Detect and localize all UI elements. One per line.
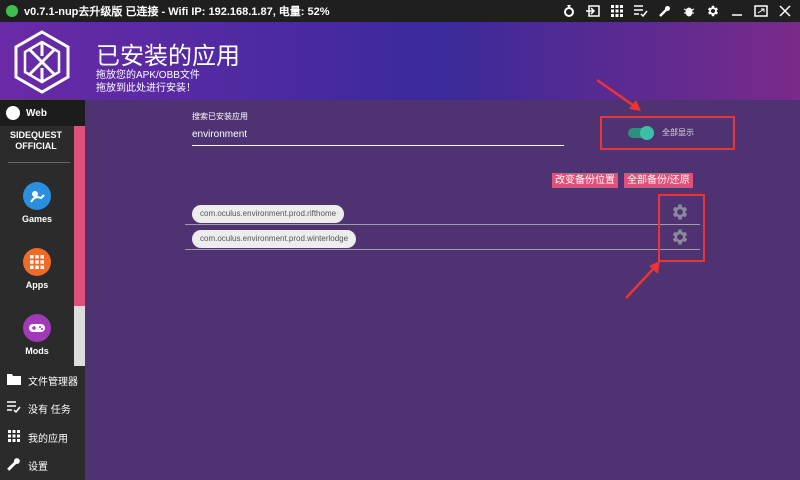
- list-item: com.oculus.environment.prod.rifthome: [185, 201, 700, 225]
- sidebar-item-label: 没有 任务: [28, 404, 71, 416]
- gear-highlight: [658, 194, 705, 262]
- app-package-name[interactable]: com.oculus.environment.prod.rifthome: [192, 205, 345, 223]
- grid-icon: [6, 429, 22, 445]
- page-header: 已安装的应用 拖放您的APK/OBB文件 拖放到此处进行安装！: [0, 22, 800, 100]
- gamepad-icon: [23, 314, 51, 342]
- close-icon[interactable]: [776, 2, 794, 20]
- sidebar-item-label: Games: [21, 214, 53, 224]
- sidebar-item-apps[interactable]: Apps: [0, 248, 74, 290]
- sidebar-item-mods[interactable]: Mods: [0, 314, 74, 356]
- sidebar-item-label: Web: [26, 107, 47, 119]
- sidebar-item-label: Apps: [25, 280, 49, 290]
- sidequest-official-label: SIDEQUEST OFFICIAL: [0, 130, 72, 152]
- search-input[interactable]: [192, 124, 564, 146]
- minimize-icon[interactable]: [728, 2, 746, 20]
- show-all-highlight: 全部显示: [600, 116, 735, 150]
- show-all-label: 全部显示: [662, 128, 694, 137]
- apps-grid-icon: [23, 248, 51, 276]
- list-item: com.oculus.environment.prod.winterlodge: [185, 226, 700, 250]
- annotation-arrow-icon: [596, 78, 641, 111]
- sidequest-line1: SIDEQUEST: [9, 130, 62, 140]
- sidebar-item-games[interactable]: Games: [0, 182, 74, 224]
- ring-icon[interactable]: [560, 2, 578, 20]
- status-dot-icon: [6, 5, 18, 17]
- title-toolbar: [560, 0, 794, 22]
- games-icon: [23, 182, 51, 210]
- divider: [8, 162, 70, 163]
- tasks-icon: [6, 400, 22, 416]
- change-backup-location-button[interactable]: 改变备份位置: [552, 173, 618, 188]
- window-title: v0.7.1-nup去升级版 已连接 - Wifi IP: 192.168.1.…: [24, 6, 330, 18]
- sidebar-item-settings[interactable]: 设置: [0, 451, 85, 479]
- bug-icon[interactable]: [680, 2, 698, 20]
- sidebar-item-label: 设置: [28, 461, 48, 473]
- folder-icon: [6, 373, 22, 388]
- annotation-arrow-icon: [625, 261, 660, 299]
- app-package-name[interactable]: com.oculus.environment.prod.winterlodge: [192, 230, 357, 248]
- enter-icon[interactable]: [584, 2, 602, 20]
- sidebar-item-file-manager[interactable]: 文件管理器: [0, 366, 85, 394]
- sidebar-item-web[interactable]: Web: [0, 100, 85, 126]
- sidebar-item-my-apps[interactable]: 我的应用: [0, 423, 85, 451]
- backup-restore-all-button[interactable]: 全部备份/还原: [624, 173, 693, 188]
- toggle-knob: [640, 126, 654, 140]
- sidebar-item-tasks[interactable]: 没有 任务: [0, 394, 85, 422]
- sidequest-line2: OFFICIAL: [15, 141, 57, 151]
- sidebar-item-label: Mods: [25, 346, 49, 356]
- main-panel: 搜索已安装应用 全部显示 改变备份位置 全部备份/还原 com.oculus.e…: [85, 78, 800, 480]
- sidequest-logo-icon: [14, 30, 70, 94]
- tasks-icon[interactable]: [632, 2, 650, 20]
- show-all-toggle[interactable]: [628, 126, 654, 140]
- wrench-icon: [6, 457, 22, 474]
- sidebar: Web SIDEQUEST OFFICIAL Games Apps Mods 文…: [0, 100, 85, 480]
- maximize-icon[interactable]: [752, 2, 770, 20]
- search-label: 搜索已安装应用: [192, 112, 248, 121]
- globe-icon: [6, 106, 20, 120]
- sidebar-item-label: 我的应用: [28, 433, 68, 445]
- gear-icon[interactable]: [704, 2, 722, 20]
- sidebar-item-label: 文件管理器: [28, 376, 78, 388]
- grid-icon[interactable]: [608, 2, 626, 20]
- sidebar-scrollbar-thumb[interactable]: [74, 126, 85, 306]
- wrench-icon[interactable]: [656, 2, 674, 20]
- title-bar: v0.7.1-nup去升级版 已连接 - Wifi IP: 192.168.1.…: [0, 0, 800, 22]
- drop-hint-2: 拖放到此处进行安装！: [96, 83, 196, 94]
